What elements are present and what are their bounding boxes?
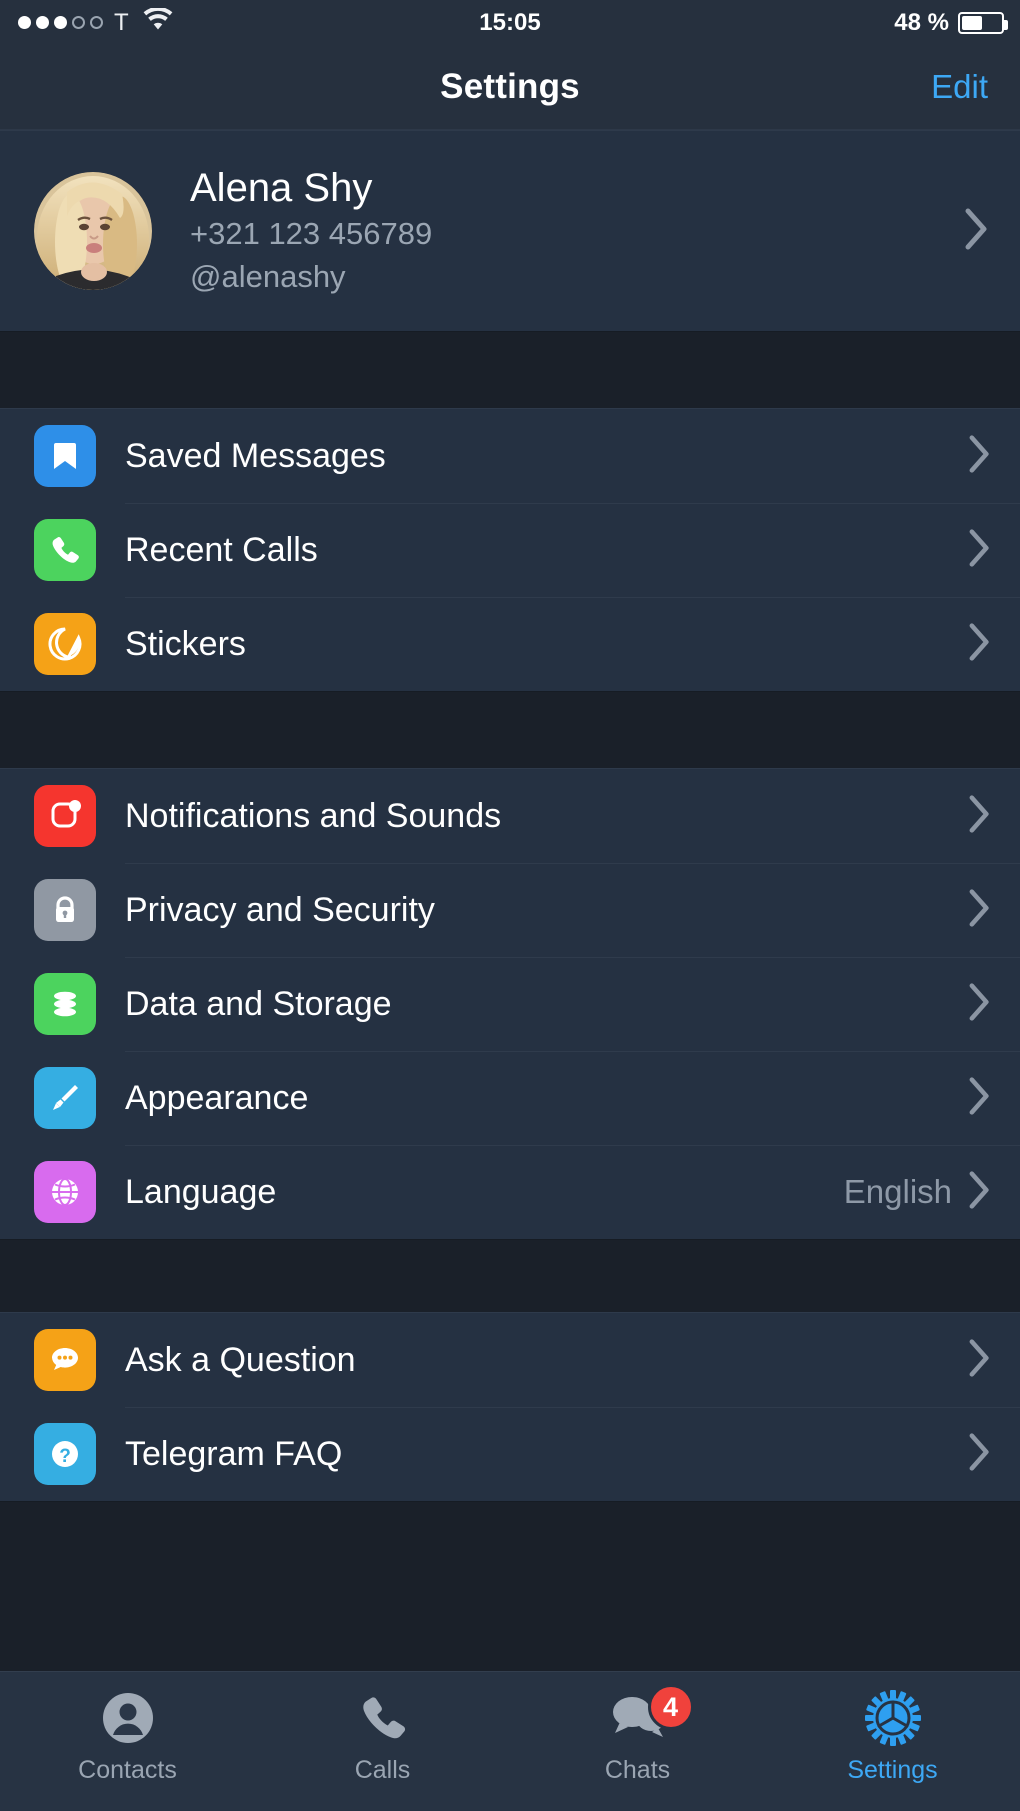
chevron-right-icon bbox=[968, 794, 992, 839]
settings-row-label: Data and Storage bbox=[125, 984, 392, 1023]
contacts-icon bbox=[99, 1686, 157, 1750]
chevron-right-icon bbox=[968, 982, 992, 1027]
phone-icon bbox=[356, 1686, 410, 1750]
chevron-right-icon bbox=[968, 888, 992, 933]
battery-icon bbox=[958, 11, 1008, 34]
group-preferences: Notifications and Sounds Privacy and Sec… bbox=[0, 768, 1020, 1240]
settings-row-label: Ask a Question bbox=[125, 1340, 356, 1379]
profile-name: Alena Shy bbox=[190, 165, 373, 210]
chats-icon: 4 bbox=[606, 1684, 694, 1750]
settings-row-label: Appearance bbox=[125, 1078, 309, 1117]
paintbrush-icon bbox=[34, 1067, 96, 1129]
notification-icon bbox=[34, 785, 96, 847]
navigation-bar: Settings Edit bbox=[0, 45, 1020, 130]
chevron-right-icon bbox=[968, 1338, 992, 1383]
tab-label: Contacts bbox=[78, 1756, 177, 1784]
chevron-right-icon bbox=[964, 207, 990, 256]
status-bar-right: 48 % bbox=[894, 8, 1008, 37]
settings-row-notifications-and-sounds[interactable]: Notifications and Sounds bbox=[0, 769, 1020, 863]
profile-group: Alena Shy +321 123 456789 @alenashy bbox=[0, 130, 1020, 332]
profile-row[interactable]: Alena Shy +321 123 456789 @alenashy bbox=[0, 131, 1020, 331]
tab-contacts[interactable]: Contacts bbox=[0, 1686, 255, 1785]
clock: 15:05 bbox=[479, 8, 541, 36]
settings-row-privacy-and-security[interactable]: Privacy and Security bbox=[0, 863, 1020, 957]
chats-unread-badge: 4 bbox=[647, 1684, 694, 1730]
question-icon: ? bbox=[34, 1423, 96, 1485]
group-help: Ask a Question ? Telegram FAQ bbox=[0, 1312, 1020, 1502]
phone-icon bbox=[34, 519, 96, 581]
bookmark-icon bbox=[34, 425, 96, 487]
chevron-right-icon bbox=[968, 434, 992, 479]
chevron-right-icon bbox=[968, 1170, 992, 1215]
settings-row-label: Telegram FAQ bbox=[125, 1434, 343, 1473]
settings-row-ask-a-question[interactable]: Ask a Question bbox=[0, 1313, 1020, 1407]
tab-label: Settings bbox=[847, 1756, 938, 1784]
avatar-photo bbox=[34, 172, 152, 290]
tab-label: Calls bbox=[354, 1756, 411, 1784]
section-gap bbox=[0, 1240, 1020, 1312]
settings-row-appearance[interactable]: Appearance bbox=[0, 1051, 1020, 1145]
speech-bubble-icon bbox=[34, 1329, 96, 1391]
tab-label: Chats bbox=[604, 1756, 671, 1784]
database-icon bbox=[34, 973, 96, 1035]
status-bar: T 15:05 48 % bbox=[0, 0, 1020, 45]
edit-button[interactable]: Edit bbox=[931, 68, 988, 106]
section-gap bbox=[0, 692, 1020, 768]
avatar[interactable] bbox=[34, 172, 152, 290]
settings-row-saved-messages[interactable]: Saved Messages bbox=[0, 409, 1020, 503]
chevron-right-icon bbox=[968, 1076, 992, 1121]
profile-username: @alenashy bbox=[190, 258, 346, 294]
tab-bar: Contacts Calls 4 Chats Settings bbox=[0, 1671, 1020, 1811]
tab-chats[interactable]: 4 Chats bbox=[510, 1684, 765, 1785]
gear-icon bbox=[864, 1686, 922, 1750]
sticker-icon bbox=[34, 613, 96, 675]
group-media: Saved Messages Recent Calls Stickers bbox=[0, 408, 1020, 692]
page-title: Settings bbox=[440, 67, 580, 106]
settings-row-label: Recent Calls bbox=[125, 530, 318, 569]
tab-settings[interactable]: Settings bbox=[765, 1686, 1020, 1785]
settings-row-label: Saved Messages bbox=[125, 436, 386, 475]
settings-row-label: Notifications and Sounds bbox=[125, 796, 502, 835]
settings-row-label: Privacy and Security bbox=[125, 890, 435, 929]
chevron-right-icon bbox=[968, 1432, 992, 1477]
settings-row-language[interactable]: Language English bbox=[0, 1145, 1020, 1239]
svg-text:?: ? bbox=[59, 1446, 71, 1467]
settings-row-stickers[interactable]: Stickers bbox=[0, 597, 1020, 691]
section-gap bbox=[0, 332, 1020, 408]
globe-icon bbox=[34, 1161, 96, 1223]
telegram-settings-screen: T 15:05 48 % Settings Edit Alena Shy +32… bbox=[0, 0, 1020, 1811]
profile-phone: +321 123 456789 bbox=[190, 215, 433, 251]
language-value: English bbox=[843, 1173, 952, 1210]
chevron-right-icon bbox=[968, 622, 992, 667]
tab-calls[interactable]: Calls bbox=[255, 1686, 510, 1785]
settings-row-telegram-faq[interactable]: ? Telegram FAQ bbox=[0, 1407, 1020, 1501]
battery-percent-label: 48 % bbox=[894, 8, 949, 36]
settings-scroll-area[interactable]: Alena Shy +321 123 456789 @alenashy Save… bbox=[0, 130, 1020, 1811]
settings-row-recent-calls[interactable]: Recent Calls bbox=[0, 503, 1020, 597]
profile-info: Alena Shy +321 123 456789 @alenashy bbox=[190, 165, 432, 298]
settings-row-label: Language bbox=[125, 1172, 277, 1211]
chevron-right-icon bbox=[968, 528, 992, 573]
settings-row-data-and-storage[interactable]: Data and Storage bbox=[0, 957, 1020, 1051]
settings-row-label: Stickers bbox=[125, 624, 246, 663]
lock-icon bbox=[34, 879, 96, 941]
